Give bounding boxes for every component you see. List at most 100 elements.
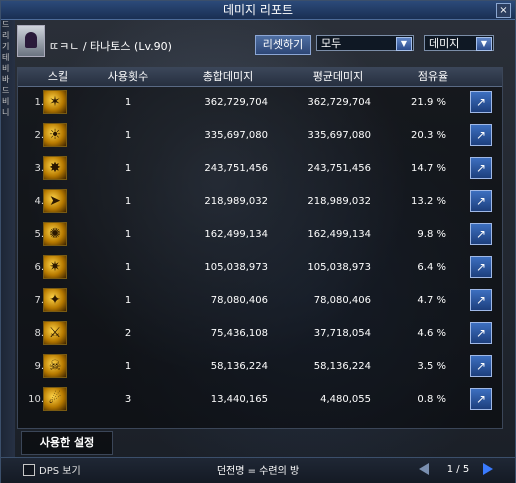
skill-glyph: ☄ [48,391,62,407]
open-detail-icon: ↗ [475,227,487,241]
chevron-down-icon: ▼ [396,37,412,51]
row-rank: 8. [34,328,44,339]
detail-button[interactable]: ↗ [470,157,492,179]
detail-button[interactable]: ↗ [470,388,492,410]
use-count: 1 [124,361,132,372]
row-rank: 6. [34,262,44,273]
skill-glyph: ✶ [49,94,61,110]
total-damage: 335,697,080 [204,130,268,141]
table-row: 5. ✺ 1 162,499,134 162,499,134 9.8 % ↗ [18,219,502,252]
table-row: 4. ➤ 1 218,989,032 218,989,032 13.2 % ↗ [18,186,502,219]
row-rank: 2. [34,130,44,141]
open-detail-icon: ↗ [475,194,487,208]
row-rank: 1. [34,97,44,108]
total-damage: 75,436,108 [210,328,268,339]
pager: 1 / 5 [419,462,493,478]
report-header: ㄸㅋㄴ / 타나토스 (Lv.90) 리셋하기 모두 ▼ 데미지 ▼ [17,25,507,61]
close-button[interactable]: × [496,3,511,18]
open-detail-icon: ↗ [475,128,487,142]
total-damage: 105,038,973 [204,262,268,273]
skill-glyph: ☠ [48,358,62,374]
avg-damage: 105,038,973 [307,262,371,273]
used-settings-label: 사용한 설정 [21,431,113,455]
detail-button[interactable]: ↗ [470,322,492,344]
table-row: 7. ✦ 1 78,080,406 78,080,406 4.7 % ↗ [18,285,502,318]
damage-report-window: 드리기 테비 바드 비니 데미지 리포트 × ㄸㅋㄴ / 타나토스 (Lv.90… [0,0,516,483]
total-damage: 162,499,134 [204,229,268,240]
skill-icon: ⚔ [43,321,67,345]
skill-icon: ☀ [43,123,67,147]
avatar [17,25,45,57]
close-icon: × [499,5,508,16]
avg-damage: 335,697,080 [307,130,371,141]
row-rank: 10. [28,394,44,405]
avg-damage: 78,080,406 [313,295,371,306]
total-damage: 243,751,456 [204,163,268,174]
bottom-bar: DPS 보기 던전명 = 수련의 방 1 / 5 [1,457,515,483]
table-row: 6. ✷ 1 105,038,973 105,038,973 6.4 % ↗ [18,252,502,285]
row-rank: 9. [34,361,44,372]
row-rank: 7. [34,295,44,306]
open-detail-icon: ↗ [475,359,487,373]
row-rank: 3. [34,163,44,174]
share: 3.5 % [417,361,446,372]
share: 13.2 % [411,196,446,207]
filter-select-damage[interactable]: 데미지 ▼ [424,35,494,51]
use-count: 1 [124,295,132,306]
table-row: 2. ☀ 1 335,697,080 335,697,080 20.3 % ↗ [18,120,502,153]
filter-select-damage-value: 데미지 [429,37,460,50]
use-count: 1 [124,196,132,207]
total-damage: 218,989,032 [204,196,268,207]
damage-table: 스킬 사용횟수 총합데미지 평균데미지 점유율 1. ✶ 1 362,729,7… [17,67,503,429]
use-count: 1 [124,97,132,108]
open-detail-icon: ↗ [475,293,487,307]
open-detail-icon: ↗ [475,161,487,175]
skill-glyph: ☀ [48,127,62,143]
avg-damage: 4,480,055 [320,394,371,405]
next-page-icon[interactable] [483,463,493,475]
share: 9.8 % [417,229,446,240]
title-bar: 데미지 리포트 × [1,1,515,20]
table-row: 1. ✶ 1 362,729,704 362,729,704 21.9 % ↗ [18,87,502,120]
avg-damage: 58,136,224 [313,361,371,372]
reset-button[interactable]: 리셋하기 [255,35,311,55]
total-damage: 58,136,224 [210,361,268,372]
detail-button[interactable]: ↗ [470,124,492,146]
header-total-damage: 총합데미지 [202,70,254,83]
detail-button[interactable]: ↗ [470,223,492,245]
use-count: 2 [124,328,132,339]
skill-icon: ☄ [43,387,67,411]
share: 21.9 % [411,97,446,108]
share: 0.8 % [417,394,446,405]
skill-glyph: ✺ [49,226,61,242]
side-label: 드리기 [2,20,10,51]
detail-button[interactable]: ↗ [470,91,492,113]
side-label: 비니 [2,97,10,117]
table-row: 3. ✸ 1 243,751,456 243,751,456 14.7 % ↗ [18,153,502,186]
header-skill: 스킬 [47,70,69,83]
detail-button[interactable]: ↗ [470,190,492,212]
skill-glyph: ✷ [49,259,61,275]
table-header: 스킬 사용횟수 총합데미지 평균데미지 점유율 [18,68,502,87]
filter-select-all[interactable]: 모두 ▼ [316,35,414,51]
skill-glyph: ✦ [49,292,61,308]
share: 4.7 % [417,295,446,306]
header-use-count: 사용횟수 [107,70,149,83]
side-label: 바드 [2,75,10,95]
prev-page-icon[interactable] [419,463,429,475]
use-count: 1 [124,229,132,240]
avg-damage: 37,718,054 [313,328,371,339]
character-name: ㄸㅋㄴ / 타나토스 (Lv.90) [49,40,172,53]
table-row: 9. ☠ 1 58,136,224 58,136,224 3.5 % ↗ [18,351,502,384]
header-share: 점유율 [417,70,449,83]
total-damage: 78,080,406 [210,295,268,306]
skill-icon: ☠ [43,354,67,378]
avg-damage: 243,751,456 [307,163,371,174]
use-count: 1 [124,130,132,141]
detail-button[interactable]: ↗ [470,355,492,377]
header-avg-damage: 평균데미지 [312,70,364,83]
detail-button[interactable]: ↗ [470,289,492,311]
total-damage: 13,440,165 [210,394,268,405]
detail-button[interactable]: ↗ [470,256,492,278]
skill-icon: ✸ [43,156,67,180]
